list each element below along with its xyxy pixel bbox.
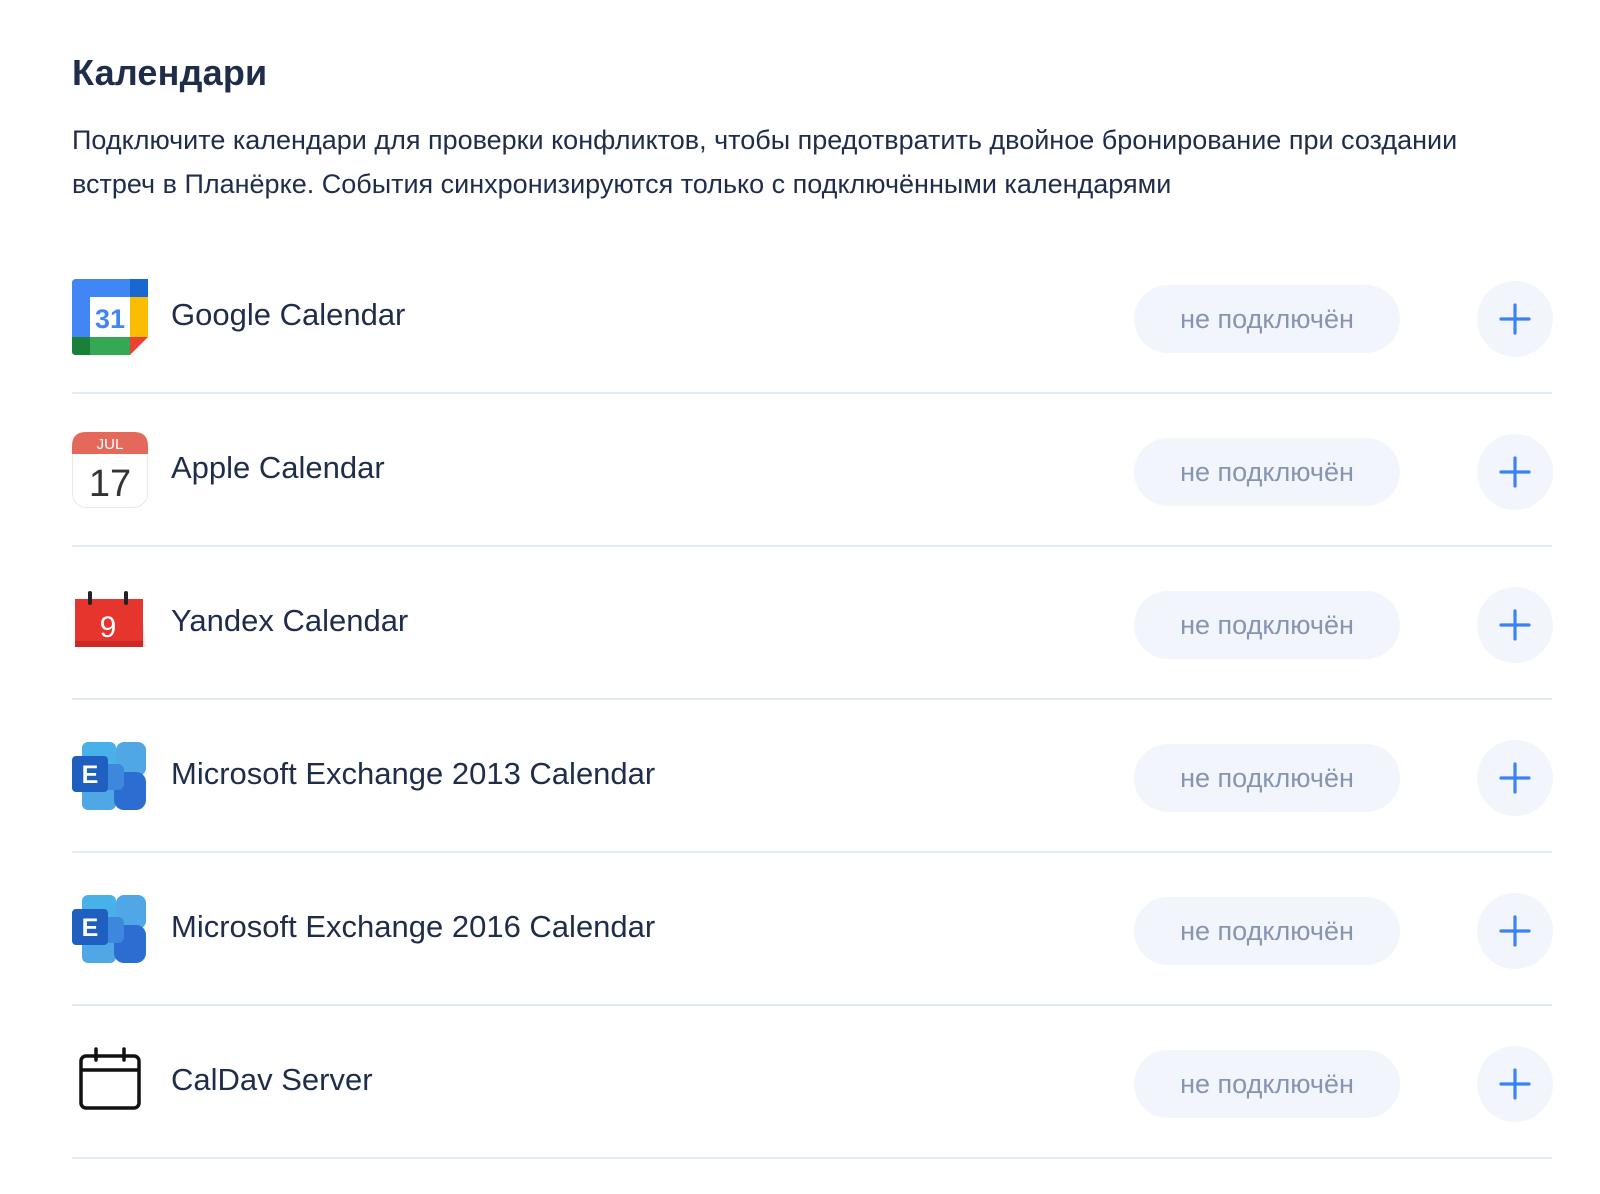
- status-badge: не подключён: [1134, 1050, 1400, 1118]
- status-badge: не подключён: [1134, 591, 1400, 659]
- add-calendar-button[interactable]: [1477, 434, 1553, 510]
- calendar-name: Microsoft Exchange 2016 Calendar: [171, 909, 656, 944]
- status-badge: не подключён: [1134, 285, 1400, 353]
- yandex-calendar-day: 9: [100, 611, 117, 644]
- calendar-row-google: 31 Google Calendar не подключён: [72, 241, 1553, 394]
- calendar-name: CalDav Server: [171, 1062, 373, 1097]
- plus-icon: [1499, 915, 1531, 947]
- calendar-name: Google Calendar: [171, 297, 406, 332]
- calendars-settings-page: Календари Подключите календари для прове…: [0, 0, 1600, 1194]
- apple-calendar-month: JUL: [97, 436, 124, 453]
- plus-icon: [1499, 609, 1531, 641]
- exchange-icon: E: [72, 738, 148, 814]
- exchange-icon-letter: E: [82, 761, 99, 789]
- google-calendar-icon: 31: [72, 279, 148, 355]
- add-calendar-button[interactable]: [1477, 1046, 1553, 1122]
- status-badge: не подключён: [1134, 744, 1400, 812]
- add-calendar-button[interactable]: [1477, 587, 1553, 663]
- status-badge: не подключён: [1134, 897, 1400, 965]
- add-calendar-button[interactable]: [1477, 893, 1553, 969]
- apple-calendar-day: 17: [89, 463, 131, 505]
- calendar-name: Apple Calendar: [171, 450, 385, 485]
- caldav-calendar-icon: [72, 1044, 148, 1120]
- page-description: Подключите календари для проверки конфли…: [72, 125, 1458, 199]
- plus-icon: [1499, 762, 1531, 794]
- add-calendar-button[interactable]: [1477, 740, 1553, 816]
- apple-calendar-icon: JUL 17: [72, 432, 148, 508]
- plus-icon: [1499, 303, 1531, 335]
- status-badge: не подключён: [1134, 438, 1400, 506]
- calendar-row-yandex: 9 Yandex Calendar не подключён: [72, 547, 1553, 700]
- plus-icon: [1499, 1068, 1531, 1100]
- calendar-name: Microsoft Exchange 2013 Calendar: [171, 756, 656, 791]
- calendar-row-apple: JUL 17 Apple Calendar не подключён: [72, 394, 1553, 547]
- exchange-icon: E: [72, 891, 148, 967]
- calendar-row-caldav: CalDav Server не подключён: [72, 1006, 1553, 1159]
- exchange-icon-letter: E: [82, 914, 99, 942]
- plus-icon: [1499, 456, 1531, 488]
- add-calendar-button[interactable]: [1477, 281, 1553, 357]
- yandex-calendar-icon: 9: [72, 585, 148, 661]
- calendar-name: Yandex Calendar: [171, 603, 409, 638]
- page-title: Календари: [72, 52, 268, 93]
- calendar-row-exchange-2013: E Microsoft Exchange 2013 Calendar не по…: [72, 700, 1553, 853]
- calendar-list: 31 Google Calendar не подключён JUL 17 A…: [72, 241, 1553, 1159]
- google-calendar-day: 31: [95, 304, 125, 334]
- calendar-row-exchange-2016: E Microsoft Exchange 2016 Calendar не по…: [72, 853, 1553, 1006]
